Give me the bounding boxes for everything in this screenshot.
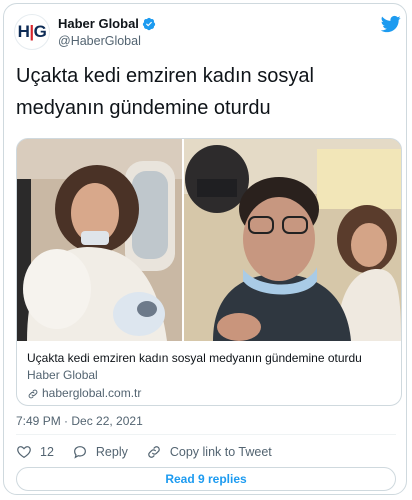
like-count: 12	[40, 445, 54, 459]
link-domain: haberglobal.com.tr	[42, 386, 142, 400]
avatar-letter-g: G	[33, 22, 47, 41]
verified-badge-icon	[142, 17, 156, 30]
tweet-text: Uçakta kedi emziren kadın sosyal medyanı…	[16, 60, 396, 124]
author-display-name[interactable]: Haber Global	[58, 16, 139, 31]
link-title[interactable]: Uçakta kedi emziren kadın sosyal medyanı…	[27, 351, 393, 366]
link-domain-row: haberglobal.com.tr	[27, 386, 393, 401]
heart-icon	[17, 446, 31, 459]
read-replies-button[interactable]: Read 9 replies	[16, 467, 396, 491]
reply-label: Reply	[95, 445, 128, 459]
link-icon	[28, 389, 38, 398]
author-handle[interactable]: @HaberGlobal	[58, 34, 156, 48]
reply-button[interactable]: Reply	[72, 444, 128, 460]
link-preview-card[interactable]: Uçakta kedi emziren kadın sosyal medyanı…	[16, 138, 402, 406]
tweet-card: H | G Haber Global @HaberGlobal Uçakta ked…	[3, 3, 407, 495]
reply-icon	[73, 446, 86, 459]
divider	[16, 434, 396, 435]
tweet-actions: 12 Reply Copy link to Tweet	[16, 442, 290, 462]
copy-link-button[interactable]: Copy link to Tweet	[146, 444, 272, 460]
like-button[interactable]: 12	[16, 444, 54, 460]
tweet-timestamp[interactable]: 7:49 PM · Dec 22, 2021	[16, 414, 143, 428]
link-icon	[148, 446, 160, 458]
author-info: Haber Global @HaberGlobal	[58, 15, 156, 48]
tweet-text-line-1: Uçakta kedi emziren kadın sosyal	[16, 65, 314, 87]
twitter-bird-icon[interactable]	[380, 14, 402, 34]
tweet-text-line-2: medyanın gündemine oturdu	[16, 97, 271, 119]
article-image[interactable]	[17, 139, 401, 341]
copy-link-label: Copy link to Tweet	[169, 445, 272, 459]
link-source: Haber Global	[27, 368, 98, 382]
avatar-letter-h: H	[17, 22, 30, 41]
link-preview-meta: Uçakta kedi emziren kadın sosyal medyanı…	[27, 351, 393, 401]
avatar[interactable]: H | G	[14, 14, 50, 50]
tweet-header: H | G Haber Global @HaberGlobal	[14, 12, 406, 52]
